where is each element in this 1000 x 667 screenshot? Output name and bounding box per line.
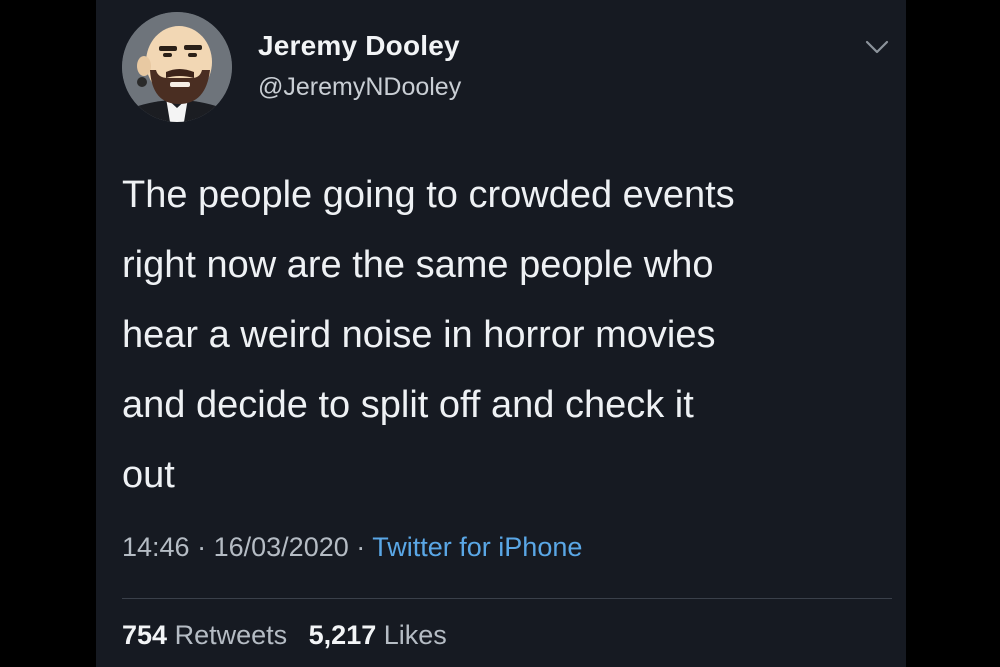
cartoon-avatar-icon bbox=[122, 12, 232, 122]
avatar[interactable] bbox=[122, 12, 232, 122]
meta-separator: · bbox=[197, 532, 207, 562]
tweet-line: out bbox=[122, 454, 175, 496]
tweet-source-link[interactable]: Twitter for iPhone bbox=[372, 532, 582, 562]
tweet-card: Jeremy Dooley @JeremyNDooley The people … bbox=[96, 0, 906, 667]
likes-count: 5,217 bbox=[308, 620, 377, 650]
chevron-down-icon[interactable] bbox=[864, 38, 890, 56]
user-handle[interactable]: @JeremyNDooley bbox=[258, 73, 461, 102]
tweet-line: right now are the same people who bbox=[122, 244, 714, 286]
meta-separator: · bbox=[356, 532, 366, 562]
display-name[interactable]: Jeremy Dooley bbox=[258, 30, 460, 62]
likes-label: Likes bbox=[383, 620, 447, 650]
likes-stat[interactable]: 5,217 Likes bbox=[309, 620, 447, 650]
retweets-count: 754 bbox=[122, 620, 168, 650]
tweet-stats: 754 Retweets 5,217 Likes bbox=[122, 620, 461, 651]
tweet-text: The people going to crowded events right… bbox=[122, 160, 892, 510]
tweet-line: and decide to split off and check it bbox=[122, 384, 694, 426]
retweets-label: Retweets bbox=[174, 620, 288, 650]
tweet-line: The people going to crowded events bbox=[122, 174, 735, 216]
screenshot-frame: Jeremy Dooley @JeremyNDooley The people … bbox=[0, 0, 1000, 667]
tweet-meta: 14:46 · 16/03/2020 · Twitter for iPhone bbox=[122, 532, 582, 563]
retweets-stat[interactable]: 754 Retweets bbox=[122, 620, 295, 650]
tweet-time[interactable]: 14:46 bbox=[122, 532, 190, 562]
divider bbox=[122, 598, 892, 599]
tweet-date[interactable]: 16/03/2020 bbox=[214, 532, 349, 562]
tweet-line: hear a weird noise in horror movies bbox=[122, 314, 716, 356]
